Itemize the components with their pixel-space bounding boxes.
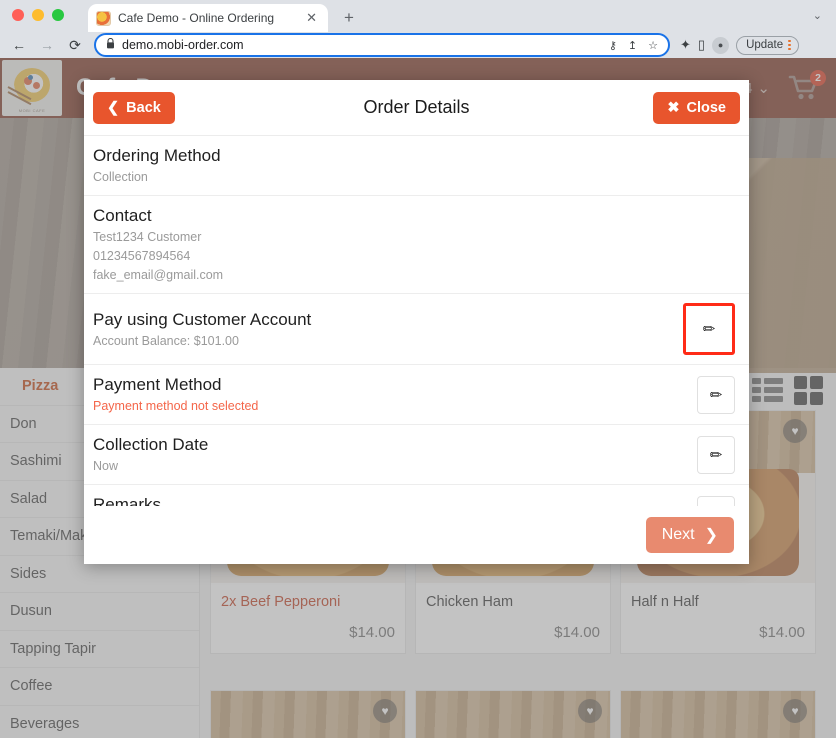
window-traffic-lights [12,9,64,21]
url-text: demo.mobi-order.com [122,38,244,52]
favicon-icon [96,10,111,26]
reload-icon[interactable]: ⟳ [62,34,88,56]
order-detail-row: Contact Test1234 Customer 01234567894564 fa… [84,196,749,294]
lock-icon [106,37,115,52]
chevron-left-icon: ❮ [107,100,120,116]
edit-pay-using-customer-account-button[interactable]: ✏ [690,310,728,348]
order-detail-sub: Collection [93,170,148,184]
new-tab-button[interactable]: + [338,7,360,29]
order-detail-sub: 01234567894564 [93,249,191,263]
order-detail-sub: Now [93,459,119,473]
chevron-right-icon: ❯ [704,527,718,544]
order-detail-row: Payment Method Payment method not selecte… [84,365,749,425]
update-button-label: Update [746,39,784,51]
order-detail-row-texts: Pay using Customer Account Account Balanc… [93,309,683,350]
browser-toolbar: ← → ⟳ demo.mobi-order.com ⚷ ↥ ☆ ✦ ▯ ● Up… [0,32,836,58]
order-detail-label: Contact [93,206,152,225]
browser-tab[interactable]: Cafe Demo - Online Ordering ✕ [88,4,328,32]
modal-body: Ordering Method Collection Contact Test1234… [84,136,749,506]
order-detail-label: Pay using Customer Account [93,309,312,329]
highlight-box: ✏ [683,303,735,355]
password-key-icon[interactable]: ⚷ [607,39,619,52]
order-detail-row: Pay using Customer Account Account Balanc… [84,294,749,365]
order-detail-row-texts: Contact Test1234 Customer 01234567894564 fa… [93,205,735,284]
minimize-window-button[interactable] [32,9,44,21]
back-button-label: Back [126,100,161,116]
profile-avatar-icon[interactable]: ● [712,36,730,54]
close-icon: ✖ [667,100,680,116]
extensions-icon[interactable]: ✦ [680,37,691,53]
edit-payment-method-button[interactable]: ✏ [697,375,735,414]
back-button[interactable]: ❮ Back [93,92,175,124]
modal-header: ❮ Back Order Details ✖ Close [84,80,749,136]
order-detail-sub: Account Balance: $101.00 [93,333,239,348]
address-bar[interactable]: demo.mobi-order.com ⚷ ↥ ☆ [94,33,670,57]
close-button-label: Close [686,100,727,116]
close-button[interactable]: ✖ Close [653,92,740,124]
edit-remarks-button[interactable]: ✏ [697,495,735,506]
close-tab-icon[interactable]: ✕ [303,10,320,26]
order-detail-sub: Payment method not selected [93,399,259,413]
order-detail-row-texts: Collection Date Now [93,434,697,475]
order-detail-label: Payment Method [93,375,222,394]
forward-icon[interactable]: → [34,34,60,56]
tab-title: Cafe Demo - Online Ordering [118,11,275,25]
order-detail-row: RemarksSpecial instructions for this ord… [84,485,749,506]
update-button[interactable]: Update [736,35,799,55]
toolbar-right-actions: ✦ ▯ ● Update [670,35,808,55]
order-detail-label: Ordering Method [93,146,221,165]
next-button[interactable]: Next ❯ [645,517,734,553]
order-detail-row-texts: RemarksSpecial instructions for this ord… [93,494,697,506]
share-icon[interactable]: ↥ [626,39,639,52]
order-detail-row: Ordering Method Collection [84,136,749,196]
order-detail-row: Collection Date Now ✏ [84,425,749,485]
order-detail-sub: Test1234 Customer [93,230,202,244]
close-window-button[interactable] [12,9,24,21]
browser-menu-icon[interactable] [788,39,791,51]
next-button-label: Next [661,526,695,543]
order-detail-row-texts: Ordering Method Collection [93,145,735,186]
maximize-window-button[interactable] [52,9,64,21]
order-detail-label: Remarks [93,495,162,506]
screen: Cafe Demo - Online Ordering ✕ + ⌄ ← → ⟳ … [0,0,836,738]
order-detail-sub: fake_email@gmail.com [93,268,224,282]
order-detail-label: Collection Date [93,435,209,454]
modal-footer: Next ❯ [84,506,749,564]
bookmark-star-icon[interactable]: ☆ [646,39,660,52]
navigation-buttons: ← → ⟳ [0,34,88,56]
chevron-down-icon[interactable]: ⌄ [813,9,822,22]
browser-chrome: Cafe Demo - Online Ordering ✕ + ⌄ ← → ⟳ … [0,0,836,58]
modal-title: Order Details [363,97,470,117]
back-icon[interactable]: ← [6,34,32,56]
edit-collection-date-button[interactable]: ✏ [697,435,735,474]
order-details-modal: ❮ Back Order Details ✖ Close Ordering Me… [84,80,749,564]
tab-strip: Cafe Demo - Online Ordering ✕ + ⌄ [0,0,836,32]
side-panel-icon[interactable]: ▯ [698,37,705,53]
order-detail-row-texts: Payment Method Payment method not selecte… [93,374,697,415]
